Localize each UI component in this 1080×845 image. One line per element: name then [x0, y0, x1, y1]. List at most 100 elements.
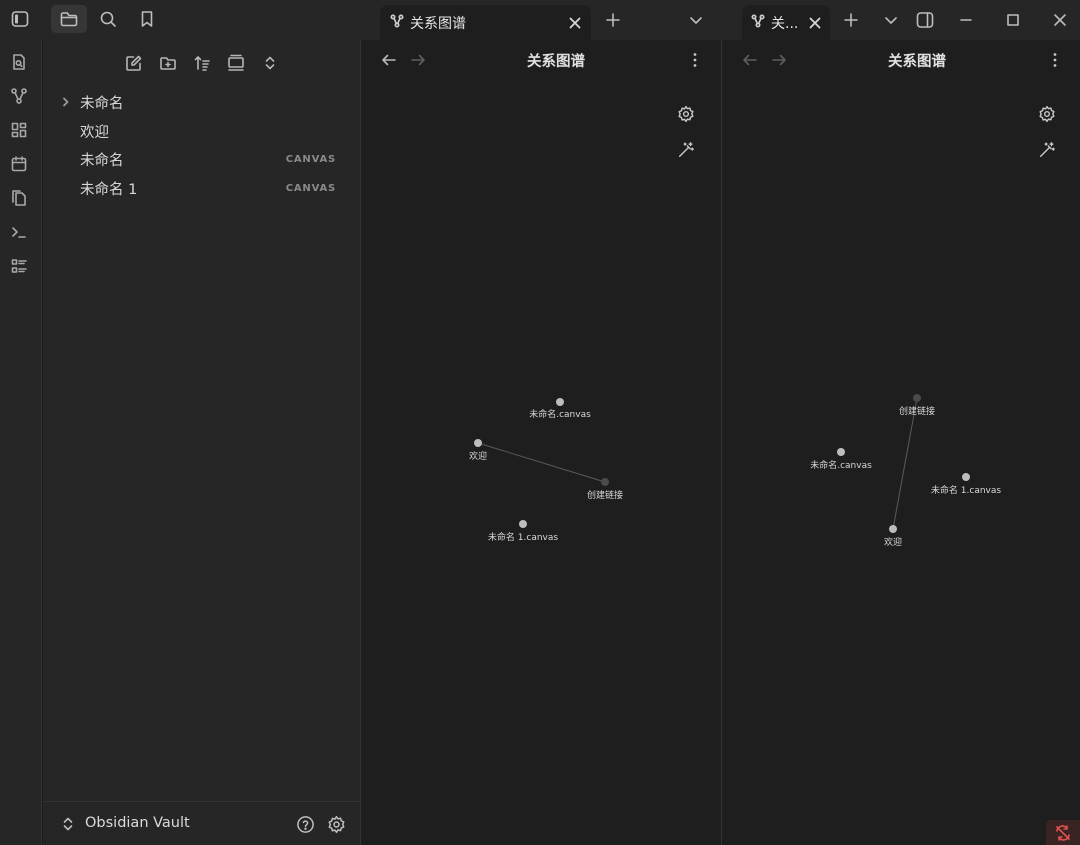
graph-icon [390, 13, 404, 32]
tab-graph-view-left[interactable]: 关系图谱 [380, 5, 591, 40]
sync-status-indicator[interactable] [1046, 820, 1080, 845]
chevrons-up-down-icon [63, 817, 73, 831]
close-window-button[interactable] [1047, 7, 1073, 33]
chevron-right-icon[interactable] [61, 89, 73, 115]
graph-pane-right: 关系图谱 创建链接 未命名.canvas 未命名 1.canvas 欢迎 [722, 40, 1080, 845]
edit-icon [126, 55, 142, 71]
close-icon [1054, 14, 1066, 26]
command-palette-button[interactable] [5, 218, 33, 246]
graph-node-label: 创建链接 [899, 405, 935, 417]
outline-button[interactable] [5, 252, 33, 280]
file-explorer: 未命名 欢迎 未命名 CANVAS 未命名 1 CANVAS Obsidian … [43, 40, 361, 845]
new-note-button[interactable] [121, 50, 147, 76]
gear-icon [328, 815, 344, 833]
plus-icon [844, 13, 858, 27]
graph-node-label: 未命名 1.canvas [488, 531, 558, 543]
graph-node-label: 欢迎 [884, 536, 902, 548]
bookmarks-button[interactable] [129, 5, 165, 33]
tab-list-button[interactable] [878, 8, 904, 32]
tab-title: 关... [771, 15, 799, 32]
graph-node[interactable] [474, 439, 482, 447]
graph-canvas[interactable]: 未命名.canvas 欢迎 创建链接 未命名 1.canvas [362, 40, 721, 845]
file-item[interactable]: 欢迎 [80, 118, 340, 144]
minimize-icon [960, 19, 972, 21]
chevrons-up-down-icon [265, 56, 275, 70]
canvas-button[interactable] [5, 116, 33, 144]
bookmark-icon [141, 11, 153, 27]
graph-node[interactable] [962, 473, 970, 481]
tab-title: 关系图谱 [410, 15, 466, 32]
graph-node[interactable] [556, 398, 564, 406]
file-item[interactable]: 未命名 1 CANVAS [80, 175, 336, 201]
file-type-badge: CANVAS [285, 182, 336, 194]
collapse-all-button[interactable] [257, 50, 283, 76]
folder-label: 未命名 [80, 95, 124, 112]
list-icon [11, 259, 27, 273]
chevron-down-icon [885, 17, 897, 24]
file-label: 欢迎 [80, 124, 109, 141]
vault-switcher-button[interactable] [59, 814, 77, 834]
graph-node-label: 欢迎 [469, 450, 487, 462]
vault-name[interactable]: Obsidian Vault [85, 815, 190, 831]
files-button[interactable] [51, 5, 87, 33]
title-bar: 关系图谱 关... [0, 0, 1080, 40]
graph-edge [892, 397, 918, 530]
new-tab-button[interactable] [600, 8, 626, 32]
graph-pane-left: 关系图谱 未命名.canvas 欢迎 创建链接 未命名 1.canvas [362, 40, 721, 845]
close-icon[interactable] [568, 16, 582, 30]
new-folder-button[interactable] [155, 50, 181, 76]
files-icon [12, 190, 26, 206]
sync-off-icon [1056, 824, 1070, 841]
gallery-icon [228, 54, 244, 71]
maximize-icon [1007, 14, 1019, 26]
sort-button[interactable] [189, 50, 215, 76]
close-icon[interactable] [808, 16, 822, 30]
graph-node[interactable] [889, 525, 897, 533]
help-button[interactable] [294, 813, 316, 835]
auto-reveal-button[interactable] [223, 50, 249, 76]
graph-node-unresolved[interactable] [913, 394, 921, 402]
graph-node[interactable] [837, 448, 845, 456]
search-icon [100, 11, 116, 27]
sidebar-right-icon [916, 12, 934, 28]
quick-switcher-button[interactable] [5, 48, 33, 76]
graph-node-label: 未命名.canvas [810, 459, 872, 471]
settings-button[interactable] [325, 813, 347, 835]
graph-icon [11, 88, 27, 104]
layout-dashboard-icon [11, 122, 27, 138]
new-tab-button[interactable] [838, 8, 864, 32]
file-label: 未命名 1 [80, 181, 138, 198]
graph-node-label: 未命名.canvas [529, 408, 591, 420]
tab-list-button[interactable] [683, 8, 709, 32]
graph-canvas[interactable]: 创建链接 未命名.canvas 未命名 1.canvas 欢迎 [722, 40, 1080, 845]
file-label: 未命名 [80, 152, 124, 169]
search-button[interactable] [90, 5, 126, 33]
graph-node[interactable] [519, 520, 527, 528]
file-search-icon [13, 54, 25, 70]
plus-icon [606, 13, 620, 27]
vault-switcher-bar: Obsidian Vault [43, 801, 361, 845]
terminal-icon [12, 227, 26, 238]
graph-node-unresolved[interactable] [601, 478, 609, 486]
folder-item[interactable]: 未命名 [80, 89, 340, 115]
sidebar-left-icon [11, 11, 29, 27]
graph-node-label: 创建链接 [587, 489, 623, 501]
tab-graph-view-right[interactable]: 关... [742, 5, 830, 40]
folder-icon [60, 12, 78, 27]
sort-asc-icon [194, 56, 210, 71]
templates-button[interactable] [5, 184, 33, 212]
graph-view-button[interactable] [5, 82, 33, 110]
toggle-right-sidebar-button[interactable] [912, 7, 938, 33]
toggle-left-sidebar-button[interactable] [2, 5, 38, 33]
calendar-icon [11, 156, 27, 172]
maximize-window-button[interactable] [1000, 7, 1026, 33]
file-item[interactable]: 未命名 CANVAS [80, 146, 336, 172]
help-circle-icon [296, 815, 314, 833]
graph-node-label: 未命名 1.canvas [931, 484, 1001, 496]
daily-note-button[interactable] [5, 150, 33, 178]
folder-plus-icon [160, 57, 176, 70]
graph-icon [751, 13, 765, 32]
chevron-down-icon [690, 17, 702, 24]
minimize-window-button[interactable] [953, 7, 979, 33]
graph-edge [477, 442, 606, 483]
